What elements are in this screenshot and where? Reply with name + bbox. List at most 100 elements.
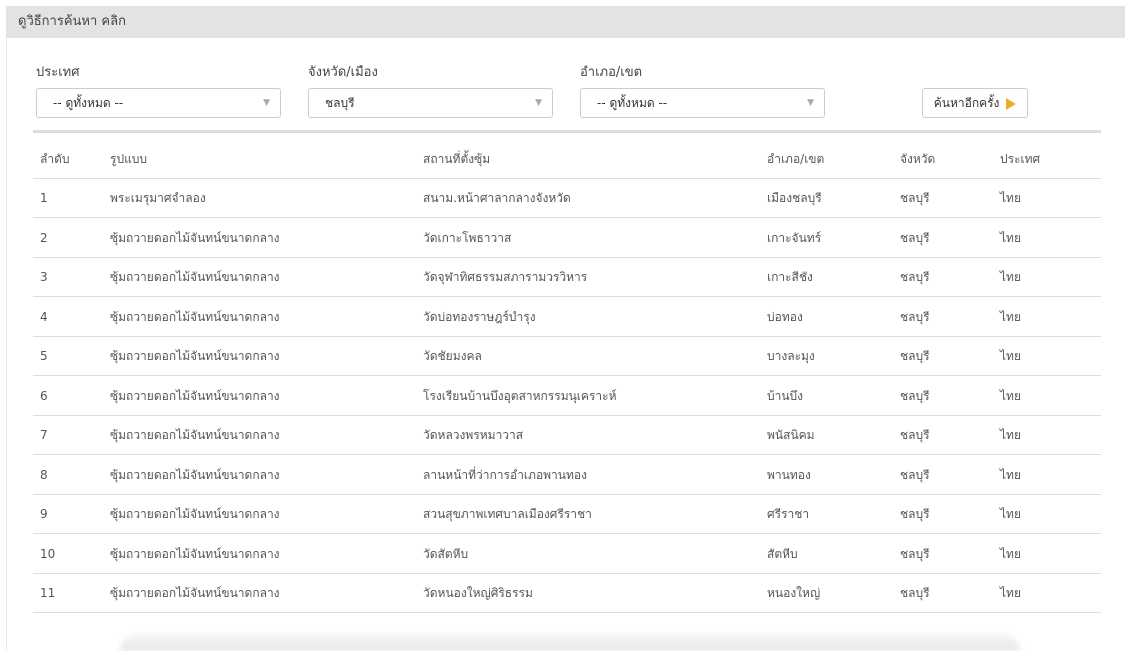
cell-no: 11: [40, 586, 56, 600]
cell-no: 5: [40, 349, 48, 363]
cell-country: ไทย: [1000, 507, 1021, 521]
cell-location: วัดสัตหีบ: [423, 546, 469, 561]
cell-no: 3: [40, 270, 48, 284]
district-label: อำเภอ/เขต: [580, 65, 643, 80]
district-select[interactable]: -- ดูทั้งหมด -- ▼: [580, 88, 825, 118]
cell-location: วัดชัยมงคล: [423, 349, 482, 363]
cell-location: วัดบ่อทองราษฎร์บำรุง: [423, 309, 536, 324]
cell-type: ซุ้มถวายดอกไม้จันทน์ขนาดกลาง: [110, 270, 280, 284]
cell-country: ไทย: [1000, 546, 1021, 561]
table-row: 1 พระเมรุมาศจำลอง สนาม.หน้าศาลากลางจังหวัด…: [33, 179, 1101, 218]
cell-location: สวนสุขภาพเทศบาลเมืองศรีราชา: [423, 507, 592, 521]
cell-country: ไทย: [1000, 349, 1021, 363]
cell-province: ชลบุรี: [900, 546, 930, 561]
cell-district: พนัสนิคม: [767, 428, 815, 442]
cell-country: ไทย: [1000, 586, 1021, 600]
cell-country: ไทย: [1000, 467, 1021, 482]
cell-province: ชลบุรี: [900, 309, 930, 324]
province-select[interactable]: ชลบุรี ▼: [308, 88, 553, 118]
table-row: 3 ซุ้มถวายดอกไม้จันทน์ขนาดกลาง วัดจุฬาทิศธ…: [33, 258, 1101, 297]
cell-type: ซุ้มถวายดอกไม้จันทน์ขนาดกลาง: [110, 388, 280, 403]
cell-country: ไทย: [1000, 230, 1021, 245]
cell-province: ชลบุรี: [900, 586, 930, 600]
cell-no: 1: [40, 191, 48, 205]
cell-type: พระเมรุมาศจำลอง: [110, 191, 206, 205]
table-row: 4 ซุ้มถวายดอกไม้จันทน์ขนาดกลาง วัดบ่อทองรา…: [33, 298, 1101, 337]
column-header-province: จังหวัด: [900, 152, 936, 166]
chevron-down-icon: ▼: [263, 98, 270, 108]
cell-district: เกาะสีชัง: [767, 270, 813, 284]
cell-province: ชลบุรี: [900, 270, 930, 284]
cell-district: พานทอง: [767, 467, 811, 482]
cell-type: ซุ้มถวายดอกไม้จันทน์ขนาดกลาง: [110, 467, 280, 482]
cell-type: ซุ้มถวายดอกไม้จันทน์ขนาดกลาง: [110, 546, 280, 561]
cell-district: บางละมุง: [767, 349, 815, 363]
cell-location: วัดเกาะโพธาวาส: [423, 230, 512, 245]
column-header-no: ลำดับ: [40, 152, 70, 166]
page: ดูวิธีการค้นหา คลิก ประเทศ จังหวัด/เมือง…: [0, 0, 1125, 651]
search-help-link[interactable]: ดูวิธีการค้นหา คลิก: [6, 6, 1125, 38]
bottom-shadow: [120, 634, 1020, 651]
cell-country: ไทย: [1000, 309, 1021, 324]
column-header-district: อำเภอ/เขต: [767, 152, 825, 166]
cell-province: ชลบุรี: [900, 507, 930, 521]
chevron-down-icon: ▼: [807, 98, 814, 108]
cell-location: โรงเรียนบ้านบึงอุตสาหกรรมนุเคราะห์: [423, 388, 617, 403]
province-select-value: ชลบุรี: [325, 96, 355, 110]
district-select-value: -- ดูทั้งหมด --: [597, 96, 668, 110]
cell-country: ไทย: [1000, 270, 1021, 284]
cell-district: เกาะจันทร์: [767, 230, 822, 245]
table-top-rule: [33, 130, 1101, 133]
cell-district: เมืองชลบุรี: [767, 191, 822, 205]
cell-province: ชลบุรี: [900, 428, 930, 442]
table-row: 2 ซุ้มถวายดอกไม้จันทน์ขนาดกลาง วัดเกาะโพธา…: [33, 219, 1101, 258]
cell-no: 10: [40, 546, 56, 561]
table-row: 7 ซุ้มถวายดอกไม้จันทน์ขนาดกลาง วัดหลวงพรหม…: [33, 416, 1101, 455]
cell-district: ศรีราชา: [767, 507, 810, 521]
search-again-button[interactable]: ค้นหาอีกครั้ง: [922, 88, 1028, 118]
cell-province: ชลบุรี: [900, 230, 930, 245]
table-header-row: ลำดับ รูปแบบ สถานที่ตั้งซุ้ม อำเภอ/เขต จ…: [33, 140, 1101, 179]
province-label: จังหวัด/เมือง: [308, 65, 378, 80]
cell-no: 9: [40, 507, 48, 521]
cell-district: สัตหีบ: [767, 546, 798, 561]
cell-no: 2: [40, 230, 48, 245]
play-arrow-icon: [1006, 97, 1017, 110]
column-header-location: สถานที่ตั้งซุ้ม: [423, 152, 491, 166]
chevron-down-icon: ▼: [535, 98, 542, 108]
table-row: 5 ซุ้มถวายดอกไม้จันทน์ขนาดกลาง วัดชัยมงคล บ…: [33, 337, 1101, 376]
column-header-type: รูปแบบ: [110, 152, 148, 166]
cell-district: บ้านบึง: [767, 388, 804, 403]
cell-location: วัดจุฬาทิศธรรมสภารามวรวิหาร: [423, 270, 588, 284]
cell-province: ชลบุรี: [900, 191, 930, 205]
cell-country: ไทย: [1000, 428, 1021, 442]
country-select-value: -- ดูทั้งหมด --: [53, 96, 124, 110]
cell-country: ไทย: [1000, 388, 1021, 403]
cell-type: ซุ้มถวายดอกไม้จันทน์ขนาดกลาง: [110, 309, 280, 324]
search-again-label: ค้นหาอีกครั้ง: [933, 96, 1000, 110]
cell-location: สนาม.หน้าศาลากลางจังหวัด: [423, 191, 571, 205]
cell-location: วัดหลวงพรหมาวาส: [423, 428, 524, 442]
country-label: ประเทศ: [36, 65, 80, 80]
cell-type: ซุ้มถวายดอกไม้จันทน์ขนาดกลาง: [110, 428, 280, 442]
table-row: 8 ซุ้มถวายดอกไม้จันทน์ขนาดกลาง ลานหน้าที่ว…: [33, 456, 1101, 495]
cell-district: หนองใหญ่: [767, 586, 821, 600]
table-row: 9 ซุ้มถวายดอกไม้จันทน์ขนาดกลาง สวนสุขภาพเท…: [33, 495, 1101, 534]
cell-province: ชลบุรี: [900, 388, 930, 403]
cell-district: บ่อทอง: [767, 309, 803, 324]
cell-no: 6: [40, 388, 48, 403]
country-select[interactable]: -- ดูทั้งหมด -- ▼: [36, 88, 281, 118]
cell-location: วัดหนองใหญ่ศิริธรรม: [423, 586, 533, 600]
cell-no: 8: [40, 467, 48, 482]
cell-no: 4: [40, 309, 48, 324]
cell-no: 7: [40, 428, 48, 442]
cell-country: ไทย: [1000, 191, 1021, 205]
table-row: 6 ซุ้มถวายดอกไม้จันทน์ขนาดกลาง โรงเรียนบ้า…: [33, 377, 1101, 416]
cell-location: ลานหน้าที่ว่าการอำเภอพานทอง: [423, 467, 587, 482]
table-row: 10 ซุ้มถวายดอกไม้จันทน์ขนาดกลาง วัดสัตหีบ ส…: [33, 535, 1101, 574]
cell-type: ซุ้มถวายดอกไม้จันทน์ขนาดกลาง: [110, 230, 280, 245]
cell-province: ชลบุรี: [900, 349, 930, 363]
cell-province: ชลบุรี: [900, 467, 930, 482]
cell-type: ซุ้มถวายดอกไม้จันทน์ขนาดกลาง: [110, 349, 280, 363]
column-header-country: ประเทศ: [1000, 152, 1041, 166]
